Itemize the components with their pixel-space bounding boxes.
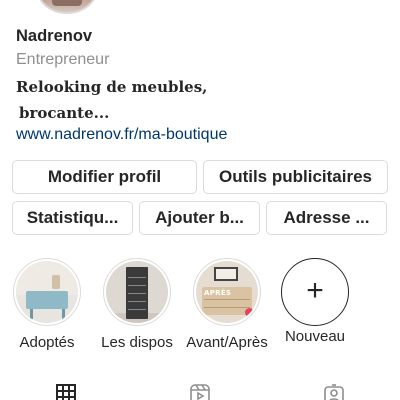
button-label: Ajouter b... — [155, 208, 244, 227]
profile-bio: Relooking de meubles, brocante... — [16, 74, 207, 126]
highlight-label: Nouveau — [284, 328, 346, 345]
add-button[interactable]: Ajouter b... — [139, 201, 260, 235]
highlight-image — [16, 261, 78, 323]
highlight-adoptes[interactable]: Adoptés — [2, 258, 92, 351]
highlight-new[interactable]: + Nouveau — [270, 258, 360, 345]
button-label: Adresse ... — [283, 208, 370, 227]
highlight-les-dispos[interactable]: Les dispos — [92, 258, 182, 351]
profile-username: Nadrenov — [16, 27, 93, 45]
highlight-label: Les dispos — [101, 334, 173, 351]
highlight-cover — [13, 258, 81, 326]
highlight-image-tag: APRÈS — [204, 289, 232, 297]
profile-category: Entrepreneur — [16, 51, 110, 68]
edit-profile-button[interactable]: Modifier profil — [12, 160, 197, 194]
button-label: Modifier profil — [47, 167, 162, 186]
profile-avatar[interactable] — [36, 0, 98, 14]
heart-icon — [245, 308, 254, 317]
highlight-label: Avant/Après — [186, 334, 268, 351]
highlight-avant-apres[interactable]: APRÈS Avant/Après — [182, 258, 272, 351]
highlight-cover — [103, 258, 171, 326]
highlight-image: APRÈS — [196, 261, 258, 323]
button-label: Outils publicitaires — [218, 167, 373, 186]
address-button[interactable]: Adresse ... — [266, 201, 387, 235]
highlight-label: Adoptés — [19, 334, 75, 351]
reels-icon[interactable] — [189, 383, 211, 400]
grid-icon[interactable] — [55, 383, 77, 400]
plus-icon: + — [306, 274, 324, 307]
highlight-cover: APRÈS — [193, 258, 261, 326]
bio-line: Relooking de meubles, — [16, 78, 208, 96]
ad-tools-button[interactable]: Outils publicitaires — [203, 160, 388, 194]
tagged-icon[interactable] — [323, 383, 345, 400]
bio-line: brocante... — [19, 104, 110, 122]
button-label: Statistiqu... — [26, 208, 119, 227]
statistics-button[interactable]: Statistiqu... — [12, 201, 133, 235]
profile-website-link[interactable]: www.nadrenov.fr/ma-boutique — [16, 126, 227, 144]
profile-tab-bar — [0, 380, 400, 400]
new-highlight-button[interactable]: + — [281, 258, 349, 326]
highlight-image — [106, 261, 168, 323]
